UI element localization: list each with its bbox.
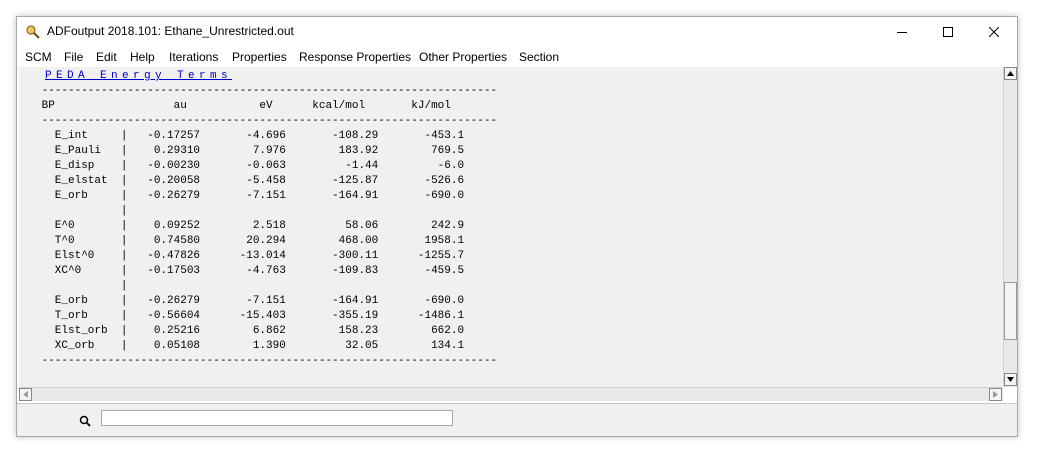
menu-help[interactable]: Help (130, 50, 155, 64)
menu-properties[interactable]: Properties (232, 50, 287, 64)
maximize-button[interactable] (925, 17, 971, 47)
maximize-icon (943, 27, 953, 37)
menu-scm[interactable]: SCM (25, 50, 52, 64)
scroll-left-button[interactable] (19, 388, 32, 401)
menu-response-properties[interactable]: Response Properties (299, 50, 411, 64)
magnifier-app-icon (26, 25, 40, 39)
close-button[interactable] (971, 17, 1017, 47)
minimize-icon (897, 32, 907, 33)
menu-file[interactable]: File (64, 50, 83, 64)
title-bar: ADFoutput 2018.101: Ethane_Unrestricted.… (17, 17, 1017, 47)
search-input[interactable] (101, 410, 453, 426)
search-bar (17, 403, 1017, 436)
menu-bar: SCM File Edit Help Iterations Properties… (17, 47, 1017, 67)
arrow-left-icon (23, 391, 28, 398)
search-icon (79, 415, 91, 427)
scroll-right-button[interactable] (989, 388, 1002, 401)
arrow-up-icon (1007, 71, 1014, 76)
scroll-down-button[interactable] (1004, 373, 1017, 386)
menu-section[interactable]: Section (519, 50, 559, 64)
scroll-up-button[interactable] (1004, 67, 1017, 80)
arrow-right-icon (993, 391, 998, 398)
minimize-button[interactable] (879, 17, 925, 47)
vertical-scroll-thumb[interactable] (1004, 282, 1017, 340)
horizontal-scrollbar[interactable] (19, 387, 1003, 401)
menu-edit[interactable]: Edit (96, 50, 117, 64)
peda-energy-table: ----------------------------------------… (41, 85, 498, 367)
arrow-down-icon (1007, 377, 1014, 382)
app-window: ADFoutput 2018.101: Ethane_Unrestricted.… (16, 16, 1018, 437)
window-title: ADFoutput 2018.101: Ethane_Unrestricted.… (47, 24, 294, 38)
close-icon (989, 27, 999, 37)
vertical-scrollbar[interactable] (1003, 67, 1017, 387)
menu-iterations[interactable]: Iterations (169, 50, 218, 64)
output-text-area[interactable]: PEDA Energy Terms ----------------------… (19, 67, 1003, 387)
menu-other-properties[interactable]: Other Properties (419, 50, 507, 64)
section-link-peda[interactable]: PEDA Energy Terms (45, 69, 232, 84)
